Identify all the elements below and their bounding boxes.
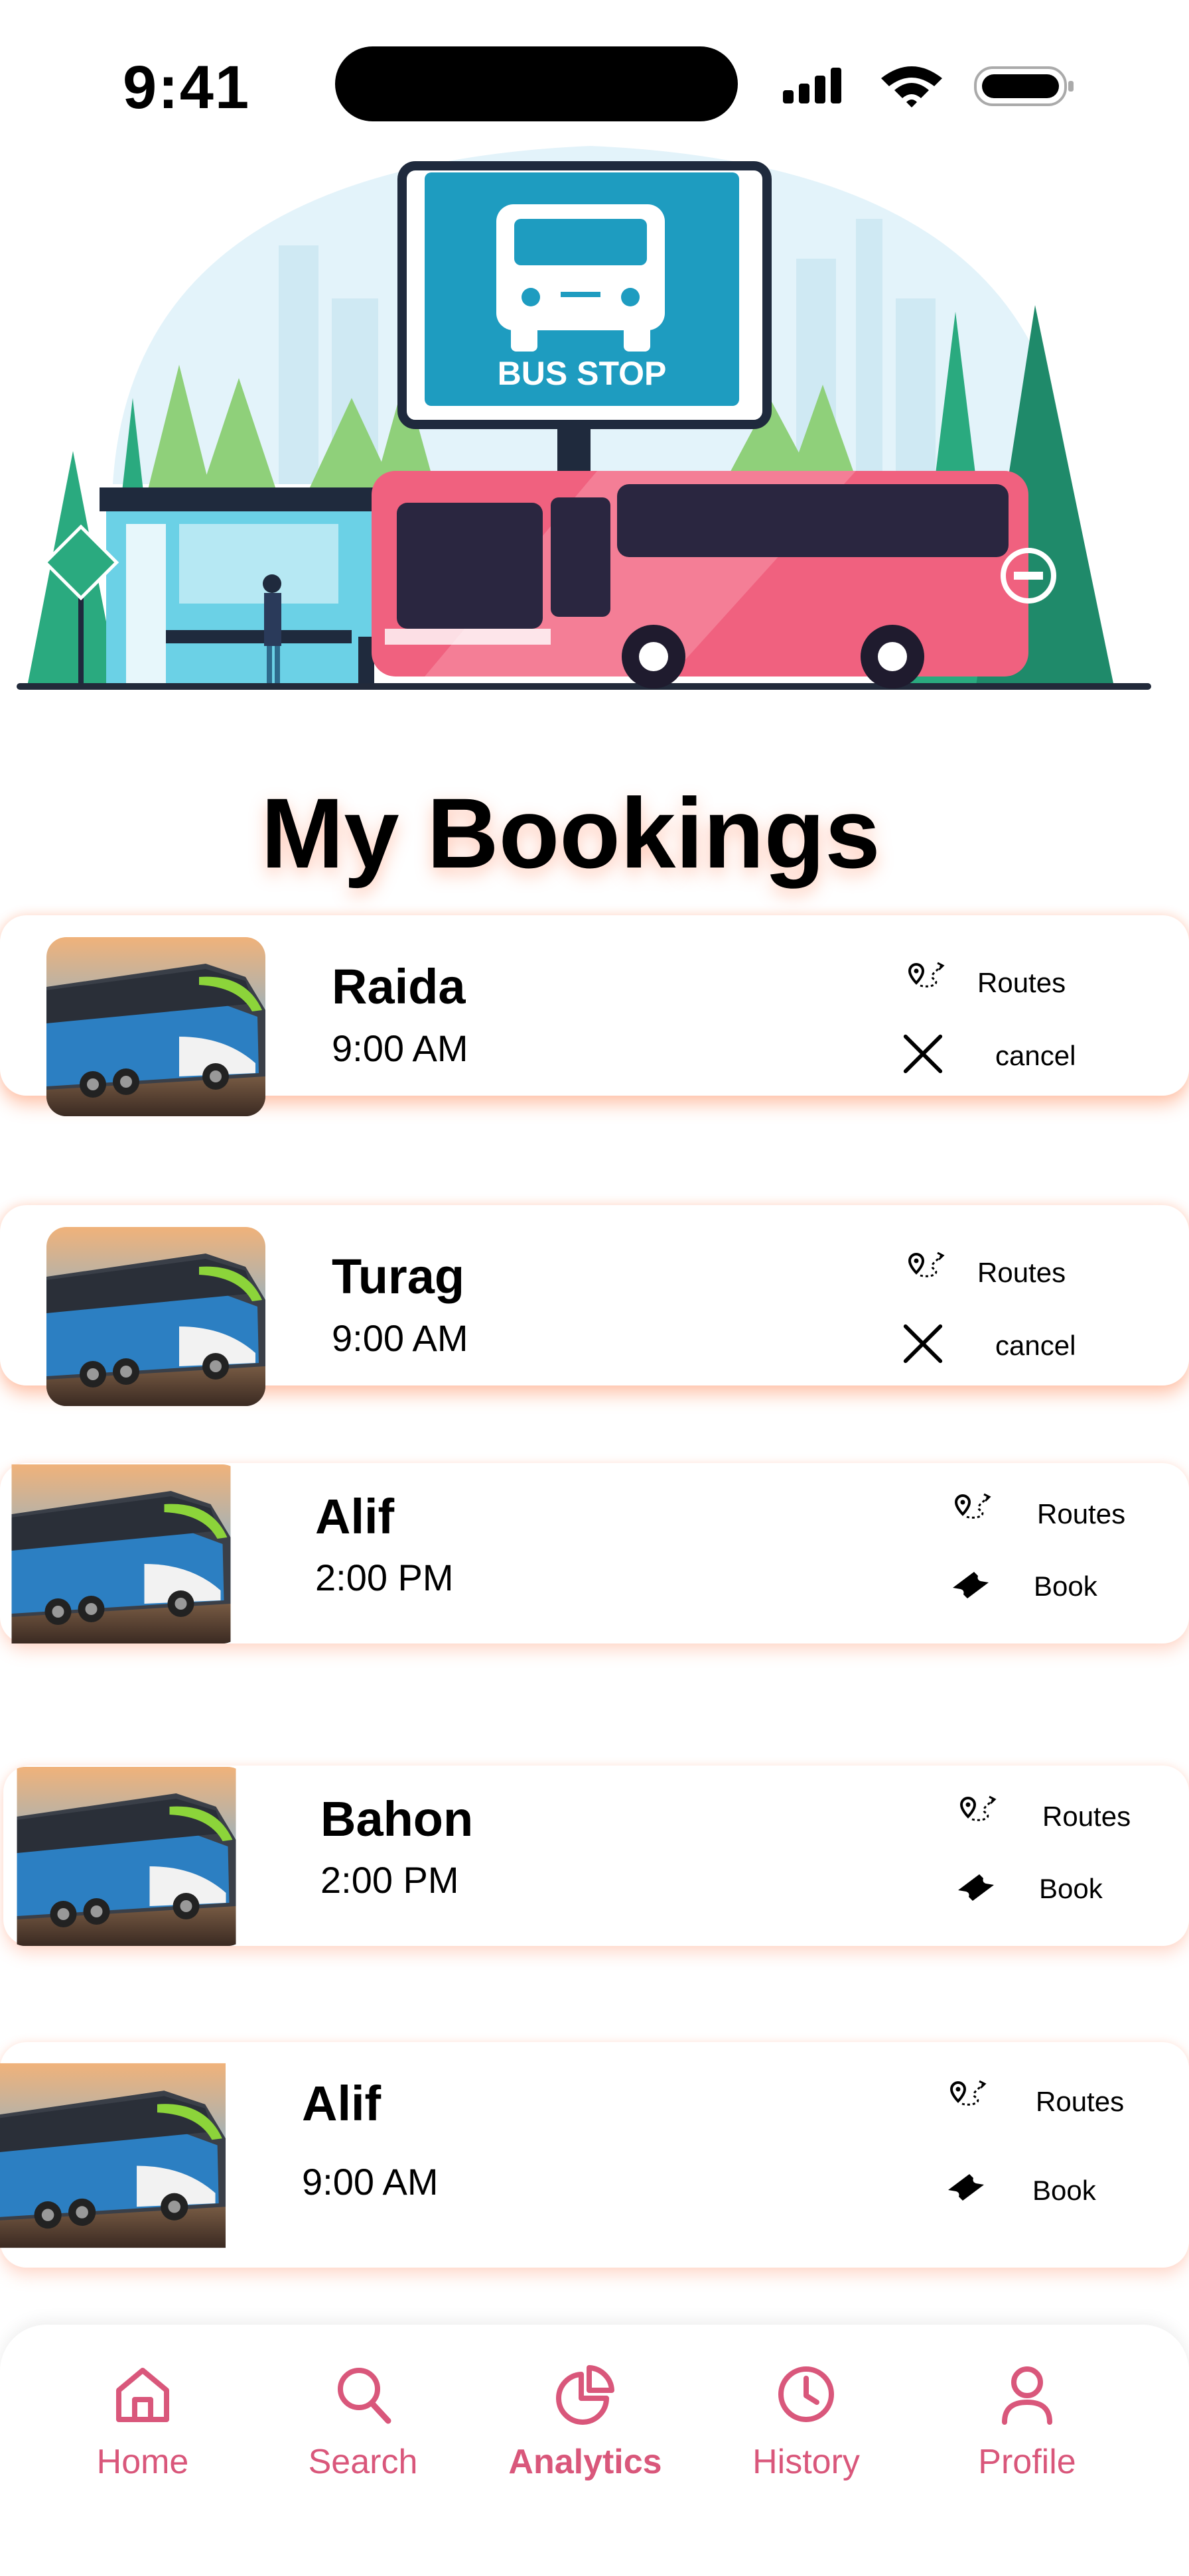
- bus-thumbnail: [0, 1464, 242, 1643]
- nav-label: Analytics: [508, 2443, 662, 2481]
- cancel-button[interactable]: cancel: [995, 1040, 1076, 1072]
- nav-label: History: [752, 2443, 860, 2481]
- route-icon[interactable]: [899, 1252, 945, 1285]
- bus-thumbnail: [46, 1227, 265, 1406]
- bus-thumbnail: [5, 1767, 247, 1946]
- bus-name: Alif: [302, 2076, 382, 2131]
- bus-thumbnail: [0, 2043, 226, 2268]
- status-time: 9:41: [123, 54, 251, 121]
- booking-card[interactable]: Alif 2:00 PM Routes Book: [0, 1463, 1189, 1643]
- route-icon[interactable]: [899, 962, 945, 995]
- nav-label: Profile: [978, 2443, 1076, 2481]
- page-title: My Bookings: [261, 777, 880, 889]
- analytics-icon: [556, 2365, 614, 2425]
- battery-icon: [974, 66, 1074, 106]
- booking-time: 9:00 AM: [332, 1317, 468, 1359]
- booking-card[interactable]: Raida 9:00 AM Routes cancel: [0, 915, 1189, 1096]
- sign-text: BUS STOP: [498, 355, 667, 392]
- booking-time: 2:00 PM: [315, 1557, 454, 1598]
- profile-icon: [1002, 2366, 1052, 2425]
- routes-button[interactable]: Routes: [1042, 1801, 1131, 1833]
- nav-item-profile[interactable]: Profile: [928, 2361, 1127, 2482]
- bus-name: Turag: [332, 1249, 465, 1304]
- bus-stop-illustration: BUS STOP: [17, 146, 1151, 690]
- home-icon: [116, 2368, 169, 2422]
- route-icon[interactable]: [951, 1795, 997, 1829]
- nav-item-search[interactable]: Search: [263, 2361, 462, 2482]
- booking-card[interactable]: Bahon 2:00 PM Routes Book: [3, 1766, 1189, 1946]
- close-icon[interactable]: [900, 1031, 945, 1076]
- book-button[interactable]: Book: [1034, 1571, 1097, 1602]
- dynamic-island: [335, 46, 738, 121]
- wifi-icon: [881, 66, 942, 107]
- booking-time: 2:00 PM: [320, 1859, 459, 1901]
- booking-time: 9:00 AM: [332, 1027, 468, 1069]
- bus-name: Raida: [332, 959, 466, 1014]
- routes-button[interactable]: Routes: [977, 1257, 1066, 1289]
- ticket-icon[interactable]: [947, 1568, 994, 1601]
- search-icon: [338, 2368, 391, 2424]
- close-icon[interactable]: [900, 1321, 945, 1366]
- routes-button[interactable]: Routes: [1037, 1498, 1125, 1530]
- nav-item-analytics[interactable]: Analytics: [486, 2361, 685, 2482]
- route-icon[interactable]: [945, 1493, 992, 1526]
- history-icon: [778, 2366, 834, 2422]
- bus-name: Bahon: [320, 1791, 474, 1846]
- bus-name: Alif: [315, 1489, 395, 1544]
- nav-item-home[interactable]: Home: [43, 2361, 242, 2482]
- book-button[interactable]: Book: [1032, 2175, 1096, 2207]
- status-icons: [783, 66, 1074, 107]
- signal-icon: [783, 68, 841, 103]
- booking-card[interactable]: Alif 9:00 AM Routes Book: [0, 2042, 1189, 2268]
- ticket-icon[interactable]: [953, 1870, 999, 1903]
- cancel-button[interactable]: cancel: [995, 1330, 1076, 1362]
- ticket-icon[interactable]: [943, 2170, 989, 2203]
- nav-item-history[interactable]: History: [707, 2361, 906, 2482]
- route-icon[interactable]: [941, 2080, 987, 2113]
- bus-thumbnail: [46, 937, 265, 1116]
- book-button[interactable]: Book: [1039, 1873, 1103, 1905]
- booking-card[interactable]: Turag 9:00 AM Routes cancel: [0, 1205, 1189, 1385]
- nav-label: Search: [308, 2443, 418, 2481]
- nav-label: Home: [96, 2443, 189, 2481]
- booking-time: 9:00 AM: [302, 2161, 439, 2203]
- routes-button[interactable]: Routes: [1036, 2086, 1124, 2118]
- routes-button[interactable]: Routes: [977, 967, 1066, 999]
